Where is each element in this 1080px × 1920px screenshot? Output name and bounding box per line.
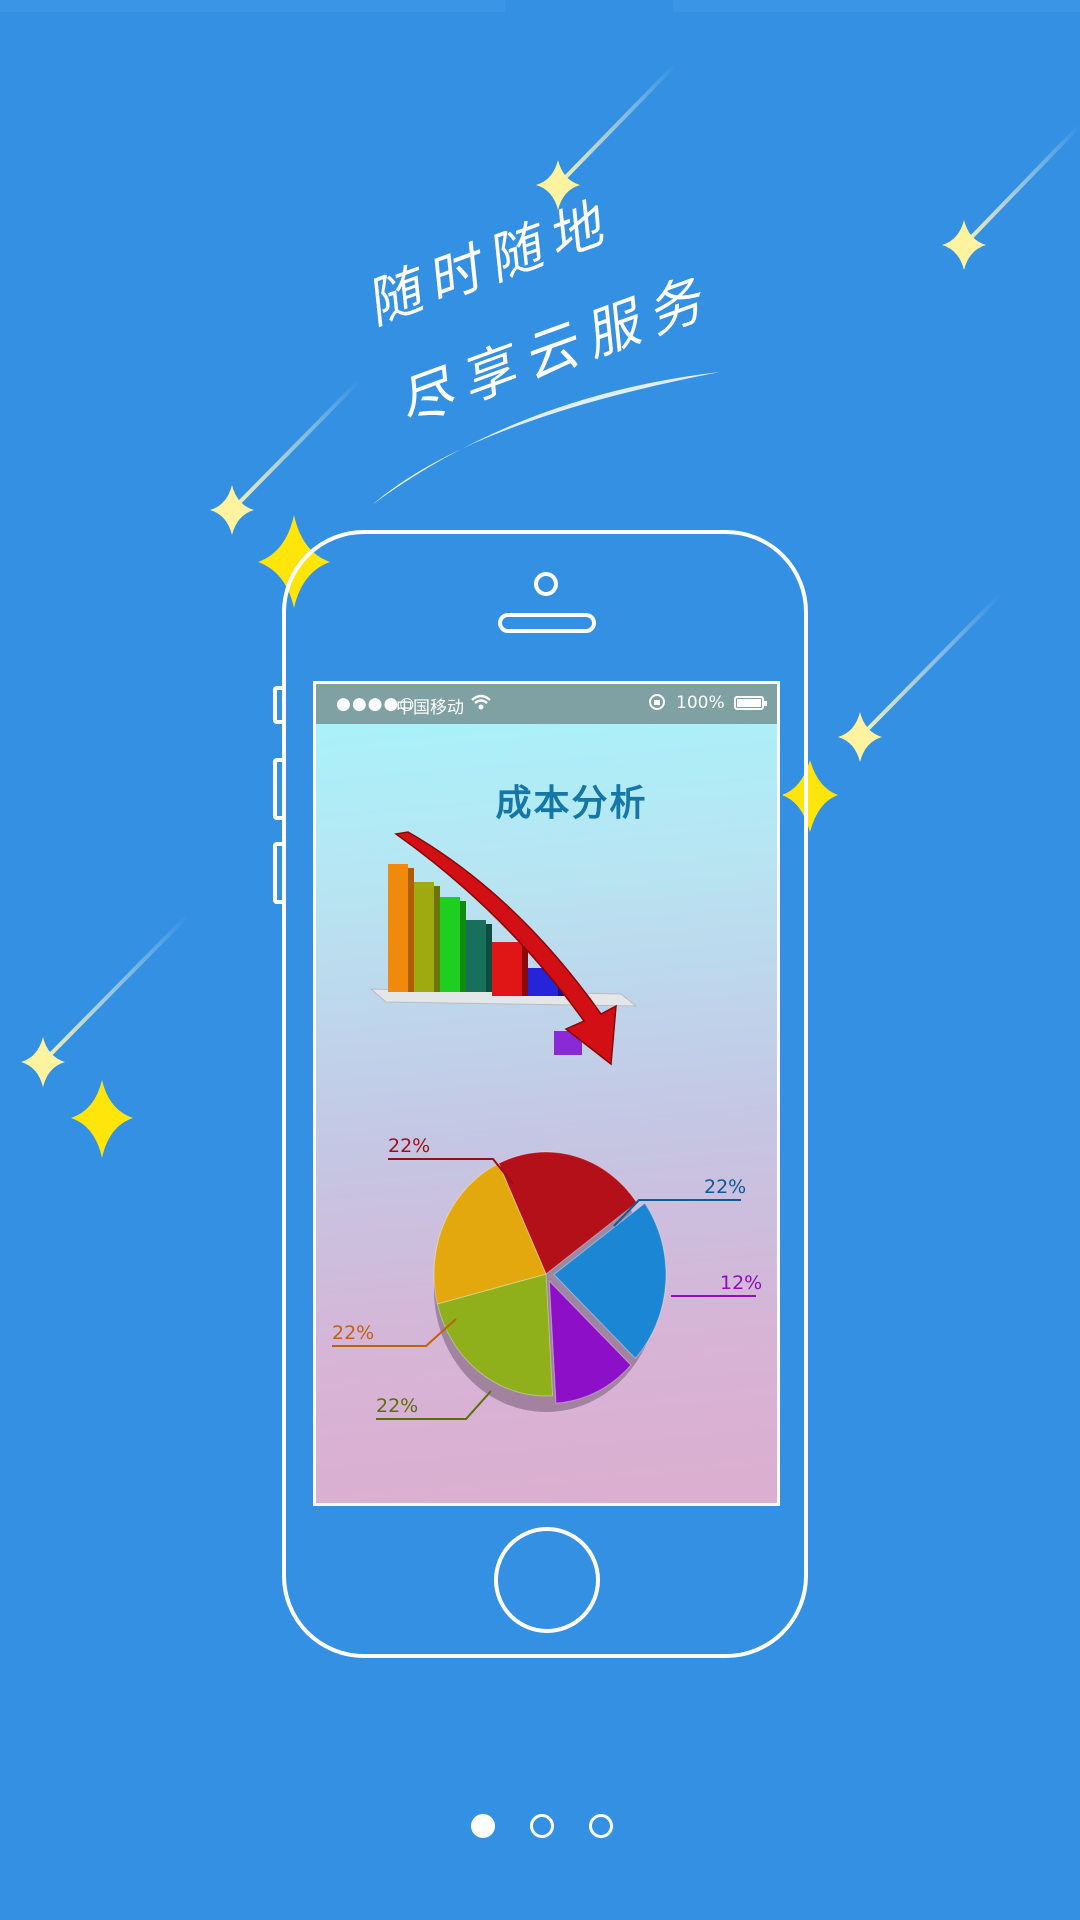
phone-side-button [273, 686, 283, 724]
home-button[interactable] [494, 1527, 600, 1633]
cost-chart-illustration: 22% 22% 12% 22% 22% [332, 831, 762, 1420]
phone-side-button [273, 758, 283, 820]
slice-label: 22% [388, 1135, 430, 1157]
page-dot-1[interactable] [471, 1814, 495, 1838]
speaker-icon [498, 613, 596, 633]
bar-side [434, 886, 440, 992]
star-icon [71, 1080, 133, 1158]
phone-screen: ●●●●○ 中国移动 100% 成本分析 22% 22% 12% 22% 22% [313, 681, 780, 1506]
bar [466, 920, 486, 992]
page-dot-3[interactable] [589, 1814, 613, 1838]
camera-icon [534, 572, 558, 596]
pie-chart [433, 1151, 667, 1412]
bar-chart-illustration [369, 831, 638, 1066]
bar-side [486, 924, 492, 992]
bar [388, 864, 408, 992]
phone-side-button [273, 842, 283, 904]
page-indicator [0, 1812, 1080, 1842]
bar-side [408, 868, 414, 992]
page-dot-2[interactable] [530, 1814, 554, 1838]
star-tail [230, 378, 362, 512]
star-tail [962, 123, 1080, 247]
star-tail [41, 913, 190, 1064]
star-tail [556, 63, 677, 187]
slice-label: 12% [720, 1272, 762, 1294]
slice-label: 22% [376, 1395, 418, 1417]
star-tail [858, 593, 1002, 739]
bar [414, 882, 434, 992]
slice-label: 22% [332, 1322, 374, 1344]
bar-side [460, 901, 466, 992]
slogan: 随时随地 尽享云服务 [345, 190, 765, 455]
bar [440, 897, 460, 992]
bar-side [522, 946, 528, 996]
slice-label: 22% [704, 1176, 746, 1198]
bar [492, 942, 522, 996]
